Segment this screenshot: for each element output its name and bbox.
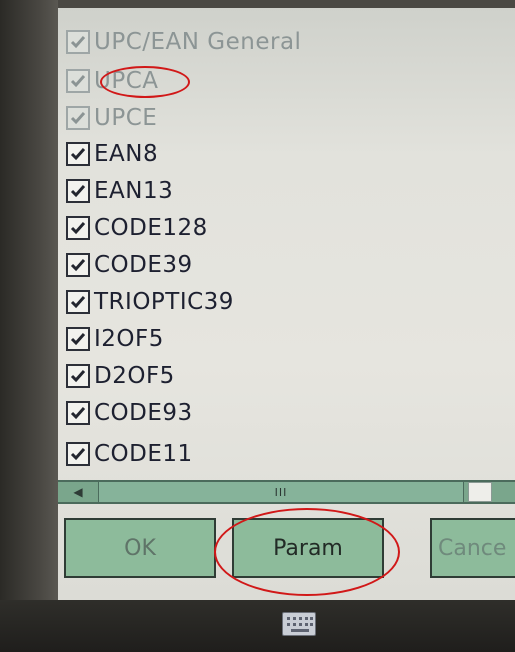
horizontal-scrollbar[interactable]: ◀ III	[58, 480, 515, 504]
checkbox[interactable]	[66, 30, 90, 54]
highlight-circle-param	[214, 508, 400, 596]
list-item[interactable]: UPC/EAN General	[66, 24, 301, 60]
scrollbar-knob[interactable]	[468, 482, 492, 502]
check-icon	[70, 185, 86, 198]
list-item[interactable]: CODE93	[66, 395, 193, 431]
check-icon	[70, 112, 86, 125]
list-item-label: CODE93	[94, 400, 193, 426]
list-item-label: CODE128	[94, 215, 208, 241]
keyboard-icon[interactable]	[282, 612, 316, 636]
checkbox[interactable]	[66, 106, 90, 130]
check-icon	[70, 448, 86, 461]
list-item-label: UPC/EAN General	[94, 29, 302, 55]
list-item-label: EAN13	[94, 178, 174, 204]
list-item-label: I2OF5	[94, 326, 164, 352]
device-screen: UPC/EAN General UPCA UPCE EAN8 EAN13 COD…	[58, 8, 515, 600]
checkbox[interactable]	[66, 216, 90, 240]
check-icon	[70, 370, 86, 383]
list-item[interactable]: D2OF5	[66, 358, 175, 394]
checkbox[interactable]	[66, 69, 90, 93]
check-icon	[70, 259, 86, 272]
list-item[interactable]: CODE39	[66, 247, 193, 283]
check-icon	[70, 148, 86, 161]
scrollbar-grip: III	[274, 485, 288, 499]
list-item[interactable]: EAN8	[66, 136, 158, 172]
checkbox[interactable]	[66, 401, 90, 425]
list-item-label: TRIOPTIC39	[94, 289, 234, 315]
list-item-label: D2OF5	[94, 363, 175, 389]
checkbox[interactable]	[66, 142, 90, 166]
checkbox[interactable]	[66, 442, 90, 466]
list-item[interactable]: EAN13	[66, 173, 173, 209]
check-icon	[70, 296, 86, 309]
checkbox[interactable]	[66, 290, 90, 314]
check-icon	[70, 36, 86, 49]
check-icon	[70, 407, 86, 420]
highlight-circle-upca	[100, 66, 190, 98]
list-item[interactable]: CODE11	[66, 436, 193, 470]
checkbox[interactable]	[66, 364, 90, 388]
check-icon	[70, 75, 86, 88]
check-icon	[70, 333, 86, 346]
list-item-label: UPCE	[94, 105, 158, 131]
list-item-label: CODE39	[94, 252, 193, 278]
check-icon	[70, 222, 86, 235]
checkbox[interactable]	[66, 253, 90, 277]
list-item[interactable]: I2OF5	[66, 321, 164, 357]
list-item[interactable]: TRIOPTIC39	[66, 284, 234, 320]
scroll-left-arrow-icon[interactable]: ◀	[58, 482, 98, 502]
checkbox[interactable]	[66, 327, 90, 351]
list-item-label: EAN8	[94, 141, 159, 167]
list-item[interactable]: UPCE	[66, 100, 157, 136]
taskbar	[0, 600, 515, 652]
ok-button[interactable]: OK	[64, 518, 216, 578]
list-item-label: CODE11	[94, 441, 193, 467]
device-bezel-left	[0, 0, 58, 600]
cancel-button[interactable]: Cance	[430, 518, 515, 578]
checkbox[interactable]	[66, 179, 90, 203]
list-item[interactable]: CODE128	[66, 210, 208, 246]
scrollbar-thumb[interactable]: III	[98, 482, 464, 502]
